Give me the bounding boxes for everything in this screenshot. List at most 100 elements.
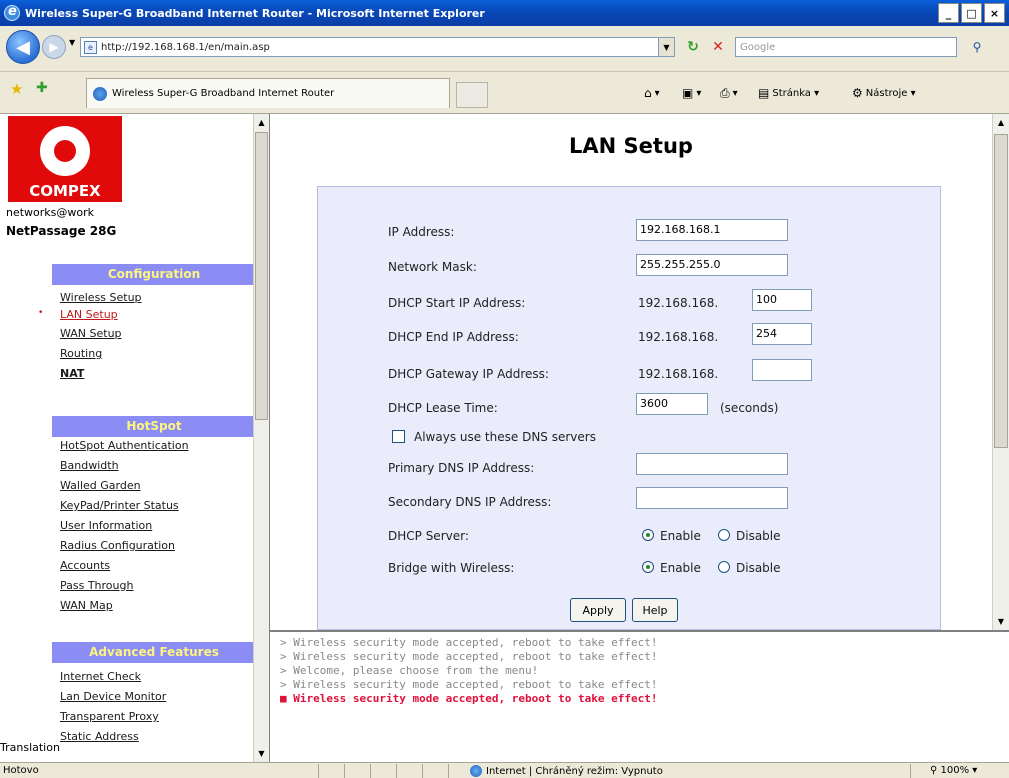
sidebar-item-bandwidth[interactable]: Bandwidth	[60, 459, 119, 472]
feeds-button[interactable]: ▣ ▾	[682, 86, 701, 100]
globe-icon	[470, 765, 482, 777]
maximize-button[interactable]: □	[961, 3, 982, 23]
back-button[interactable]: ◀	[6, 30, 40, 64]
print-button[interactable]: ⎙ ▾	[720, 86, 738, 101]
scroll-up-icon[interactable]: ▲	[994, 115, 1008, 130]
bridge-disable-label: Disable	[736, 561, 781, 575]
status-divider	[344, 764, 345, 778]
dhcp-server-disable-label: Disable	[736, 529, 781, 543]
search-input[interactable]: Google	[735, 37, 957, 57]
tools-menu-label: Nástroje	[865, 87, 908, 99]
status-divider	[448, 764, 449, 778]
console-line-latest: ■ Wireless security mode accepted, reboo…	[280, 692, 658, 705]
dhcp-server-enable-label: Enable	[660, 529, 701, 543]
product-model: NetPassage 28G	[6, 224, 117, 238]
ip-address-field[interactable]: 192.168.168.1	[636, 219, 788, 241]
page-title: LAN Setup	[569, 134, 693, 158]
sidebar-item-wan-map[interactable]: WAN Map	[60, 599, 113, 612]
refresh-button[interactable]: ↻	[682, 37, 704, 57]
status-bar: Hotovo Internet | Chráněný režim: Vypnut…	[0, 762, 1009, 778]
sidebar-item-hotspot-authentication[interactable]: HotSpot Authentication	[60, 439, 189, 452]
security-zone[interactable]: Internet | Chráněný režim: Vypnuto	[470, 765, 663, 777]
scroll-thumb[interactable]	[255, 132, 268, 420]
sidebar-item-wan-setup[interactable]: WAN Setup	[60, 327, 122, 340]
sidebar-item-routing[interactable]: Routing	[60, 347, 102, 360]
bridge-enable-radio[interactable]	[642, 561, 654, 573]
search-button[interactable]: ⚲	[962, 37, 992, 57]
secondary-dns-label: Secondary DNS IP Address:	[388, 495, 552, 509]
section-header-hotspot: HotSpot	[52, 416, 256, 437]
sidebar-item-radius-configuration[interactable]: Radius Configuration	[60, 539, 175, 552]
bridge-disable-radio[interactable]	[718, 561, 730, 573]
scroll-down-icon[interactable]: ▼	[994, 614, 1008, 629]
sidebar-item-wireless-setup[interactable]: Wireless Setup	[60, 291, 142, 304]
stop-button[interactable]: ✕	[707, 37, 729, 57]
network-mask-field[interactable]: 255.255.255.0	[636, 254, 788, 276]
dhcp-server-enable-radio[interactable]	[642, 529, 654, 541]
ip-address-label: IP Address:	[388, 225, 455, 239]
sidebar-item-internet-check[interactable]: Internet Check	[60, 670, 141, 683]
close-button[interactable]: ×	[984, 3, 1005, 23]
tools-menu[interactable]: ⚙ Nástroje ▾	[852, 86, 916, 100]
minimize-button[interactable]: _	[938, 3, 959, 23]
dhcp-start-field[interactable]: 100	[752, 289, 812, 311]
bridge-enable-label: Enable	[660, 561, 701, 575]
sidebar-item-static-address[interactable]: Static Address	[60, 730, 139, 743]
sidebar-item-lan-device-monitor[interactable]: Lan Device Monitor	[60, 690, 166, 703]
tab-router[interactable]: Wireless Super-G Broadband Internet Rout…	[86, 78, 450, 108]
address-dropdown-icon[interactable]: ▼	[658, 37, 675, 57]
dns-checkbox[interactable]	[392, 430, 405, 443]
dhcp-end-label: DHCP End IP Address:	[388, 330, 519, 344]
console-line: > Wireless security mode accepted, reboo…	[280, 678, 658, 691]
active-bullet-icon: •	[38, 308, 44, 318]
window-title-bar: Wireless Super-G Broadband Internet Rout…	[0, 0, 1009, 26]
page-menu[interactable]: ▤ Stránka ▾	[758, 86, 819, 100]
dhcp-gateway-field[interactable]	[752, 359, 812, 381]
sidebar-item-translation[interactable]: Translation	[0, 741, 60, 754]
sidebar-item-pass-through[interactable]: Pass Through	[60, 579, 133, 592]
add-favorites-icon[interactable]: ✚	[36, 80, 48, 96]
help-button[interactable]: Help	[632, 598, 678, 622]
refresh-icon: ↻	[687, 39, 699, 55]
main-scrollbar[interactable]: ▲ ▼	[992, 114, 1009, 630]
print-icon: ⎙	[720, 86, 730, 100]
window-title: Wireless Super-G Broadband Internet Rout…	[25, 6, 485, 20]
sidebar-item-keypad-printer-status[interactable]: KeyPad/Printer Status	[60, 499, 179, 512]
address-input[interactable]: e http://192.168.168.1/en/main.asp	[80, 37, 660, 57]
scroll-down-icon[interactable]: ▼	[255, 746, 268, 761]
zoom-level[interactable]: ⚲ 100% ▾	[930, 765, 977, 776]
stop-icon: ✕	[712, 39, 724, 55]
forward-button[interactable]: ▶	[42, 35, 66, 59]
back-arrow-icon: ◀	[16, 36, 30, 58]
sidebar-scrollbar[interactable]: ▲ ▼	[253, 114, 269, 762]
home-button[interactable]: ⌂ ▾	[644, 86, 660, 100]
dhcp-server-label: DHCP Server:	[388, 529, 469, 543]
sidebar-item-transparent-proxy[interactable]: Transparent Proxy	[60, 710, 159, 723]
forward-arrow-icon: ▶	[49, 40, 59, 54]
sidebar-item-nat[interactable]: NAT	[60, 367, 84, 380]
apply-button[interactable]: Apply	[570, 598, 626, 622]
secondary-dns-field[interactable]	[636, 487, 788, 509]
feeds-icon: ▣	[682, 86, 694, 100]
sidebar-item-walled-garden[interactable]: Walled Garden	[60, 479, 141, 492]
address-url: http://192.168.168.1/en/main.asp	[101, 41, 270, 53]
dhcp-server-disable-radio[interactable]	[718, 529, 730, 541]
sidebar-item-lan-setup[interactable]: LAN Setup	[60, 308, 118, 321]
address-toolbar: ◀ ▶ ▼ e http://192.168.168.1/en/main.asp…	[0, 26, 1009, 72]
lan-setup-form: IP Address: 192.168.168.1 Network Mask: …	[317, 186, 941, 630]
lease-time-field[interactable]: 3600	[636, 393, 708, 415]
favorites-star-icon[interactable]: ★	[10, 80, 23, 98]
network-mask-label: Network Mask:	[388, 260, 477, 274]
dhcp-end-field[interactable]: 254	[752, 323, 812, 345]
status-divider	[422, 764, 423, 778]
new-tab-button[interactable]	[456, 82, 488, 108]
sidebar-item-accounts[interactable]: Accounts	[60, 559, 110, 572]
sidebar-item-user-information[interactable]: User Information	[60, 519, 152, 532]
scroll-up-icon[interactable]: ▲	[255, 115, 268, 130]
page-menu-label: Stránka	[772, 87, 811, 99]
scroll-thumb[interactable]	[994, 134, 1008, 448]
history-dropdown-icon[interactable]: ▼	[69, 38, 75, 47]
home-icon: ⌂	[644, 86, 652, 100]
tab-page-icon	[93, 86, 107, 101]
primary-dns-field[interactable]	[636, 453, 788, 475]
